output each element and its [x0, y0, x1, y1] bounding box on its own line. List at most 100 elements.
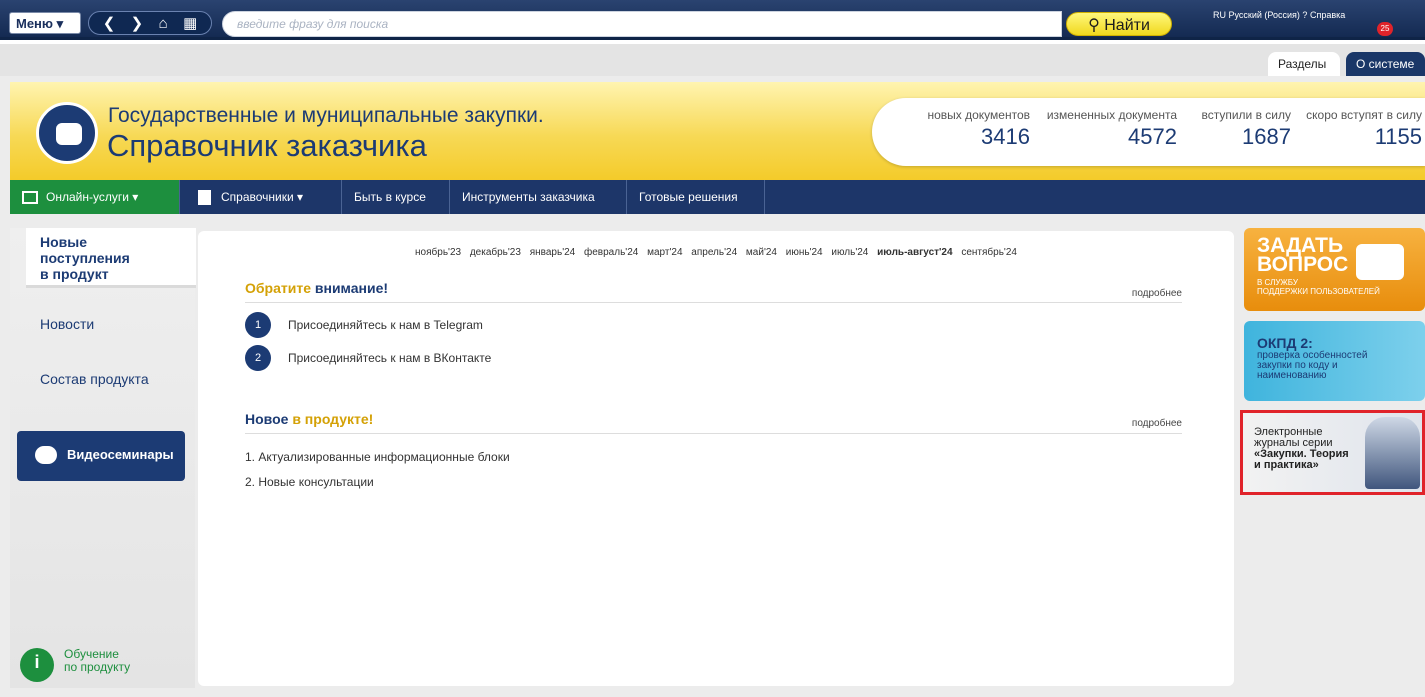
ask-subtitle: В СЛУЖБУ ПОДДЕРЖКИ ПОЛЬЗОВАТЕЛЕЙ [1257, 278, 1380, 296]
nav-stay-informed[interactable]: Быть в курсе [342, 180, 450, 214]
title-part: Новое [245, 411, 293, 427]
video-seminars-button[interactable]: Видеосеминары [17, 431, 185, 481]
nav-label: Онлайн-услуги ▾ [46, 190, 139, 204]
wallet-icon [36, 102, 98, 164]
title-part: внимание! [314, 280, 389, 296]
month-link[interactable]: апрель'24 [691, 247, 737, 258]
stat-changed[interactable]: измененных документа 4572 [1037, 108, 1177, 150]
journals-text: Электронные журналы серии «Закупки. Теор… [1254, 427, 1349, 471]
stat-value: 1155 [1374, 124, 1422, 149]
stat-label: измененных документа [1046, 108, 1177, 122]
sidebar-label: в продукт [40, 266, 109, 282]
banner-title: Справочник заказчика [107, 128, 427, 163]
month-link[interactable]: июль'24 [831, 247, 868, 258]
nav-customer-tools[interactable]: Инструменты заказчика [450, 180, 627, 214]
person-reading-image [1365, 417, 1420, 489]
list-item[interactable]: 1. Актуализированные информационные блок… [245, 450, 510, 464]
month-filter: ноябрь'23 декабрь'23 январь'24 февраль'2… [198, 247, 1234, 258]
book-icon [198, 190, 211, 206]
number-badge: 1 [245, 312, 271, 338]
list-item[interactable]: 2. Новые консультации [245, 475, 374, 489]
sidebar-item-news[interactable]: Новости [40, 316, 94, 332]
number-badge: 2 [245, 345, 271, 371]
stat-value: 1687 [1242, 124, 1291, 149]
stat-label: новых документов [927, 108, 1030, 122]
left-sidebar: Новые поступления в продукт Новости Сост… [10, 228, 196, 688]
month-link[interactable]: сентябрь'24 [961, 247, 1017, 258]
find-button[interactable]: ⚲ Найти [1066, 12, 1172, 36]
journals-line: и практика» [1254, 459, 1319, 471]
month-link[interactable]: июнь'24 [786, 247, 823, 258]
month-link-current[interactable]: июль-август'24 [877, 247, 952, 258]
promo-column: ЗАДАТЬ ВОПРОС В СЛУЖБУ ПОДДЕРЖКИ ПОЛЬЗОВАТ… [1240, 228, 1425, 498]
document-stats: новых документов 3416 измененных документ… [872, 98, 1425, 166]
okpd-text: проверка особенностей закупки по коду и … [1257, 350, 1368, 381]
new-in-product-more-link[interactable]: подробнее [1132, 418, 1182, 429]
divider [245, 433, 1182, 434]
nav-label: Справочники ▾ [221, 190, 304, 204]
ask-sub-line: ПОДДЕРЖКИ ПОЛЬЗОВАТЕЛЕЙ [1257, 287, 1380, 296]
lang-label: RU Русский (Россия) [1213, 10, 1300, 20]
nav-ready-solutions[interactable]: Готовые решения [627, 180, 765, 214]
banner-subtitle: Государственные и муниципальные закупки. [108, 104, 544, 127]
grid-icon[interactable]: ▦ [183, 14, 197, 32]
sidebar-label: Новые [40, 234, 88, 250]
attention-item-vk[interactable]: Присоединяйтесь к нам в ВКонтакте [288, 351, 491, 365]
nav-references[interactable]: Справочники ▾ [190, 180, 342, 214]
menu-button[interactable]: Меню ▾ [9, 12, 81, 34]
learn-label: по продукту [64, 660, 131, 674]
ask-title-line: ВОПРОС [1257, 253, 1349, 276]
stat-value: 3416 [981, 124, 1030, 149]
month-link[interactable]: февраль'24 [584, 247, 638, 258]
stat-in-force[interactable]: вступили в силу 1687 [1187, 108, 1291, 150]
month-link[interactable]: май'24 [746, 247, 777, 258]
okpd-card[interactable]: ОКПД 2: проверка особенностей закупки по… [1244, 321, 1425, 401]
tabs-band [0, 44, 1425, 76]
new-in-product-title: Новое в продукте! [245, 411, 373, 427]
product-banner: Государственные и муниципальные закупки.… [10, 82, 1425, 180]
top-toolbar: Меню ▾ ❮ ❯ ⌂ ▦ введите фразу для поиска … [0, 0, 1425, 44]
divider [245, 302, 1182, 303]
find-label: Найти [1104, 17, 1150, 34]
stat-value: 4572 [1128, 124, 1177, 149]
stat-soon[interactable]: скоро вступят в силу 1155 [1304, 108, 1422, 150]
attention-title: Обратите внимание! [245, 280, 388, 296]
nav-buttons: ❮ ❯ ⌂ ▦ [88, 11, 212, 35]
stat-new[interactable]: новых документов 3416 [912, 108, 1030, 150]
notification-badge[interactable]: 25 [1377, 22, 1393, 36]
title-part: в продукте! [292, 411, 374, 427]
main-content: ноябрь'23 декабрь'23 январь'24 февраль'2… [198, 231, 1234, 686]
home-icon[interactable]: ⌂ [159, 15, 168, 32]
language-selector[interactable]: RU Русский (Россия) ? Справка [1213, 10, 1345, 20]
help-icon: ? [1302, 10, 1308, 20]
monitor-icon [22, 191, 38, 205]
month-link[interactable]: март'24 [647, 247, 682, 258]
forward-icon[interactable]: ❯ [131, 14, 144, 32]
right-tools: RU Русский (Россия) ? Справка 25 [1195, 10, 1425, 38]
tab-sections[interactable]: Разделы [1268, 52, 1340, 76]
sidebar-item-composition[interactable]: Состав продукта [40, 371, 149, 387]
info-icon: i [20, 648, 54, 682]
search-input[interactable]: введите фразу для поиска [222, 11, 1062, 37]
speech-bubble-icon [1356, 244, 1404, 280]
title-part: Обратите [245, 280, 315, 296]
help-label[interactable]: Справка [1310, 10, 1345, 20]
tab-about[interactable]: О системе [1346, 52, 1425, 76]
month-link[interactable]: декабрь'23 [470, 247, 521, 258]
video-label: Видеосеминары [67, 447, 174, 462]
month-link[interactable]: ноябрь'23 [415, 247, 461, 258]
sidebar-item-new-arrivals[interactable]: Новые поступления в продукт [26, 228, 196, 288]
sidebar-label: поступления [40, 250, 130, 266]
stat-label: вступили в силу [1201, 108, 1291, 122]
nav-online-services[interactable]: Онлайн-услуги ▾ [10, 180, 180, 214]
back-icon[interactable]: ❮ [103, 14, 116, 32]
attention-more-link[interactable]: подробнее [1132, 288, 1182, 299]
ask-question-card[interactable]: ЗАДАТЬ ВОПРОС В СЛУЖБУ ПОДДЕРЖКИ ПОЛЬЗОВАТ… [1244, 228, 1425, 311]
learn-product-link[interactable]: i Обучение по продукту [20, 648, 131, 682]
month-link[interactable]: январь'24 [530, 247, 576, 258]
journals-card[interactable]: Электронные журналы серии «Закупки. Теор… [1240, 410, 1425, 495]
main-nav: Онлайн-услуги ▾ Справочники ▾ Быть в кур… [10, 180, 1425, 214]
attention-item-telegram[interactable]: Присоединяйтесь к нам в Telegram [288, 318, 483, 332]
okpd-title: ОКПД 2: [1257, 335, 1313, 351]
search-icon: ⚲ [1088, 17, 1100, 34]
